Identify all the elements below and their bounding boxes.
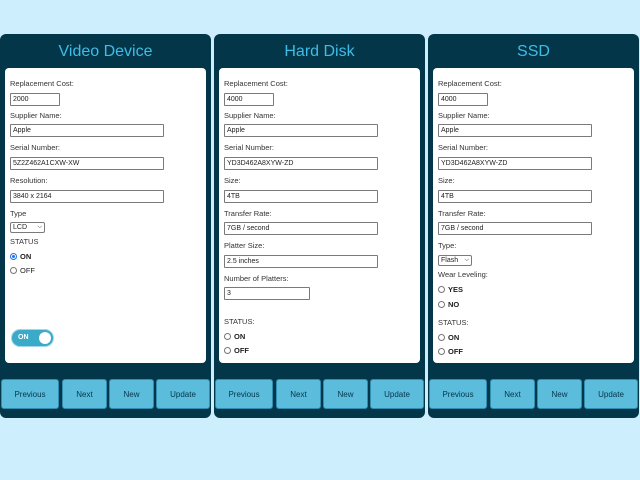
size-input[interactable]: 4TB	[438, 190, 592, 203]
form-card: Replacement Cost: 2000 Supplier Name: Ap…	[5, 68, 206, 363]
status-off-option[interactable]: OFF	[10, 266, 35, 275]
panel-title: Video Device	[58, 43, 153, 60]
new-button[interactable]: New	[537, 379, 582, 409]
radio-unchecked-icon[interactable]	[438, 286, 445, 293]
next-button[interactable]: Next	[490, 379, 535, 409]
radio-unchecked-icon[interactable]	[224, 333, 231, 340]
size-input[interactable]: 4TB	[224, 190, 378, 203]
wear-leveling-no-label: NO	[448, 300, 460, 309]
serial-number-label: Serial Number:	[438, 143, 489, 152]
resolution-label: Resolution:	[10, 176, 48, 185]
status-on-label: ON	[20, 252, 32, 261]
number-of-platters-input[interactable]: 3	[224, 287, 310, 300]
status-label: STATUS:	[438, 318, 469, 327]
radio-unchecked-icon[interactable]	[438, 348, 445, 355]
previous-button[interactable]: Previous	[1, 379, 59, 409]
status-off-label: OFF	[234, 346, 249, 355]
panel-title: Hard Disk	[284, 43, 355, 60]
serial-number-label: Serial Number:	[224, 143, 275, 152]
next-button[interactable]: Next	[62, 379, 107, 409]
supplier-name-label: Supplier Name:	[438, 111, 490, 120]
status-on-label: ON	[448, 333, 460, 342]
radio-unchecked-icon[interactable]	[224, 347, 231, 354]
type-select-value: Flash	[441, 257, 459, 264]
wear-leveling-label: Wear Leveling:	[438, 270, 488, 279]
platter-size-label: Platter Size:	[224, 241, 265, 250]
supplier-name-input[interactable]: Apple	[438, 124, 592, 137]
replacement-cost-label: Replacement Cost:	[438, 79, 502, 88]
hard-disk-panel: Hard Disk Replacement Cost: 4000 Supplie…	[214, 34, 425, 418]
toggle-label: ON	[18, 334, 29, 341]
serial-number-input[interactable]: YD3D462A8XYW-ZD	[438, 157, 592, 170]
form-card: Replacement Cost: 4000 Supplier Name: Ap…	[433, 68, 634, 363]
status-toggle[interactable]: ON	[11, 329, 54, 347]
replacement-cost-label: Replacement Cost:	[224, 79, 288, 88]
wear-leveling-yes-option[interactable]: YES	[438, 285, 463, 294]
radio-checked-icon[interactable]	[10, 253, 17, 260]
previous-button[interactable]: Previous	[429, 379, 487, 409]
type-select[interactable]: Flash ⌵	[438, 255, 472, 266]
transfer-rate-label: Transfer Rate:	[438, 209, 486, 218]
new-button[interactable]: New	[323, 379, 368, 409]
supplier-name-input[interactable]: Apple	[224, 124, 378, 137]
video-device-panel: Video Device Replacement Cost: 2000 Supp…	[0, 34, 211, 418]
radio-unchecked-icon[interactable]	[10, 267, 17, 274]
radio-unchecked-icon[interactable]	[438, 334, 445, 341]
next-button[interactable]: Next	[276, 379, 321, 409]
status-on-option[interactable]: ON	[10, 252, 31, 261]
type-select[interactable]: LCD ⌵	[10, 222, 45, 233]
status-off-label: OFF	[448, 347, 463, 356]
type-select-value: LCD	[13, 224, 28, 231]
size-label: Size:	[224, 176, 241, 185]
replacement-cost-label: Replacement Cost:	[10, 79, 74, 88]
replacement-cost-input[interactable]: 4000	[224, 93, 274, 106]
replacement-cost-input[interactable]: 2000	[10, 93, 60, 106]
chevron-down-icon: ⌵	[464, 257, 469, 263]
supplier-name-label: Supplier Name:	[10, 111, 62, 120]
supplier-name-input[interactable]: Apple	[10, 124, 164, 137]
status-on-option[interactable]: ON	[224, 332, 245, 341]
toggle-knob	[39, 332, 51, 344]
serial-number-input[interactable]: 5Z2Z462A1CXW-XW	[10, 157, 164, 170]
wear-leveling-no-option[interactable]: NO	[438, 300, 459, 309]
status-on-option[interactable]: ON	[438, 333, 459, 342]
status-off-option[interactable]: OFF	[224, 346, 249, 355]
replacement-cost-input[interactable]: 4000	[438, 93, 488, 106]
update-button[interactable]: Update	[584, 379, 638, 409]
transfer-rate-label: Transfer Rate:	[224, 209, 272, 218]
transfer-rate-input[interactable]: 7GB / second	[224, 222, 378, 235]
status-off-label: OFF	[20, 266, 35, 275]
serial-number-input[interactable]: YD3D462A8XYW-ZD	[224, 157, 378, 170]
update-button[interactable]: Update	[370, 379, 424, 409]
size-label: Size:	[438, 176, 455, 185]
resolution-input[interactable]: 3840 x 2164	[10, 190, 164, 203]
chevron-down-icon: ⌵	[37, 224, 42, 230]
supplier-name-label: Supplier Name:	[224, 111, 276, 120]
radio-unchecked-icon[interactable]	[438, 301, 445, 308]
ssd-panel: SSD Replacement Cost: 4000 Supplier Name…	[428, 34, 639, 418]
status-off-option[interactable]: OFF	[438, 347, 463, 356]
status-on-label: ON	[234, 332, 246, 341]
platter-size-input[interactable]: 2.5 inches	[224, 255, 378, 268]
type-label: Type	[10, 209, 27, 218]
new-button[interactable]: New	[109, 379, 154, 409]
wear-leveling-yes-label: YES	[448, 285, 464, 294]
transfer-rate-input[interactable]: 7GB / second	[438, 222, 592, 235]
serial-number-label: Serial Number:	[10, 143, 61, 152]
status-label: STATUS	[10, 237, 39, 246]
previous-button[interactable]: Previous	[215, 379, 273, 409]
status-label: STATUS:	[224, 317, 255, 326]
number-of-platters-label: Number of Platters:	[224, 274, 289, 283]
form-card: Replacement Cost: 4000 Supplier Name: Ap…	[219, 68, 420, 363]
type-label: Type:	[438, 241, 457, 250]
panel-title: SSD	[517, 43, 550, 60]
update-button[interactable]: Update	[156, 379, 210, 409]
